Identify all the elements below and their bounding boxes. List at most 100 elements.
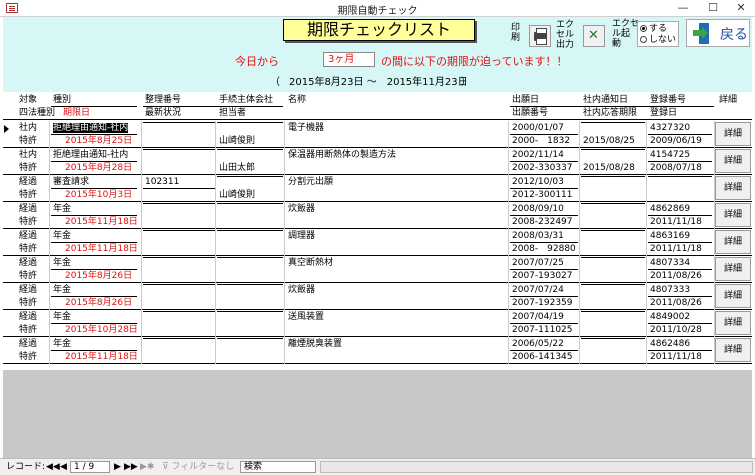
table-row[interactable]: 経過 特許 年金 2015年11月18日 調理器 2008/03/31 2008- 9288… xyxy=(3,229,752,256)
detail-button[interactable]: 詳細 xyxy=(715,122,751,146)
column-separator xyxy=(49,310,50,337)
selected-text: 拒絶理由通知-社内 xyxy=(53,123,129,133)
radio-on-icon xyxy=(640,25,647,32)
table-row[interactable]: 経過 特許 年金 2015年8月26日 真空断熱材 2007/07/25 2007-1930… xyxy=(3,256,752,283)
print-button[interactable] xyxy=(529,25,551,47)
column-separator xyxy=(141,310,142,337)
maximize-button[interactable]: ☐ xyxy=(699,0,727,16)
cell-app-no: 2007-193027 xyxy=(512,271,573,281)
col-reply-deadline: 社内応答期限 xyxy=(583,108,638,118)
empty-list-area xyxy=(3,370,752,458)
cell-deadline: 2015年8月25日 xyxy=(65,136,133,146)
first-record-button[interactable]: ◀◀ xyxy=(46,461,60,473)
back-button[interactable]: 戻る xyxy=(686,19,750,47)
col-name: 名称 xyxy=(288,95,307,105)
radio-do[interactable]: する xyxy=(640,24,667,34)
header-divider xyxy=(510,106,714,107)
excel-launch-radio-group: する しない xyxy=(637,21,679,47)
column-separator xyxy=(579,229,580,256)
detail-button[interactable]: 詳細 xyxy=(715,284,751,308)
cell-ref-no xyxy=(143,122,215,123)
close-button[interactable]: ✕ xyxy=(727,0,755,16)
cell-deadline: 2015年8月26日 xyxy=(65,298,133,308)
cell-reg-no: 4807333 xyxy=(648,284,712,297)
detail-button[interactable]: 詳細 xyxy=(715,176,751,200)
filter-icon: ⊽ xyxy=(162,462,169,472)
months-input[interactable]: 3ヶ月 xyxy=(323,52,375,67)
cell-deadline: 2015年11月18日 xyxy=(65,352,138,362)
detail-button[interactable]: 詳細 xyxy=(715,338,751,362)
cell-notice-date xyxy=(581,311,645,312)
column-separator xyxy=(646,310,647,337)
table-row[interactable]: 社内 特許 拒絶理由通知-社内 2015年8月25日 山崎俊則 電子機器 2000/01/0… xyxy=(3,121,752,148)
table-row[interactable]: 経過 特許 年金 2015年10月28日 送風装置 2007/04/19 2007-1110… xyxy=(3,310,752,337)
detail-button[interactable]: 詳細 xyxy=(715,311,751,335)
column-separator xyxy=(49,337,50,364)
header-divider xyxy=(51,106,137,107)
cell-kind: 年金 xyxy=(51,311,137,324)
search-input[interactable]: 検索 xyxy=(240,461,316,473)
filter-status[interactable]: ⊽ フィルターなし xyxy=(162,461,234,473)
column-separator xyxy=(579,121,580,148)
cell-law-type: 特許 xyxy=(19,217,38,227)
col-reg-date: 登録日 xyxy=(650,108,678,118)
record-label: レコード: xyxy=(6,462,46,472)
detail-button[interactable]: 詳細 xyxy=(715,203,751,227)
cell-ref-no xyxy=(143,230,215,231)
radio-dont[interactable]: しない xyxy=(640,35,676,45)
cell-company xyxy=(217,284,283,285)
cell-notice-date xyxy=(581,284,645,285)
column-separator xyxy=(579,337,580,364)
column-separator xyxy=(141,148,142,175)
col-reg-no: 登録番号 xyxy=(650,95,687,105)
table-row[interactable]: 経過 特許 審査請求 2015年10月3日 102311 山崎俊則 分割元出願 2012/10… xyxy=(3,175,752,202)
last-record-button[interactable]: ▶▶ xyxy=(124,461,138,473)
cell-reg-no xyxy=(648,176,712,177)
cell-law-type: 特許 xyxy=(19,298,38,308)
window-title: 期限自動チェック xyxy=(337,6,418,17)
table-row[interactable]: 経過 特許 年金 2015年8月26日 炊飯器 2007/07/24 2007-192359… xyxy=(3,283,752,310)
column-separator xyxy=(579,202,580,229)
column-separator xyxy=(508,202,509,229)
cell-law-type: 特許 xyxy=(19,244,38,254)
detail-button[interactable]: 詳細 xyxy=(715,230,751,254)
page-title: 期限チェックリスト xyxy=(283,19,475,41)
excel-output-button[interactable] xyxy=(583,25,605,47)
cell-law-type: 特許 xyxy=(19,325,38,335)
column-separator xyxy=(215,229,216,256)
detail-button[interactable]: 詳細 xyxy=(715,257,751,281)
horizontal-scrollbar[interactable] xyxy=(320,461,753,473)
column-separator xyxy=(579,148,580,175)
column-separator xyxy=(579,256,580,283)
next-record-button[interactable]: ▶ xyxy=(114,461,121,473)
column-separator xyxy=(646,337,647,364)
column-separator xyxy=(49,283,50,310)
col-deadline: 期限日 xyxy=(63,108,91,118)
column-separator xyxy=(141,175,142,202)
cell-app-no: 2006-141345 xyxy=(512,352,573,362)
column-separator xyxy=(508,175,509,202)
cell-name: 調理器 xyxy=(288,231,316,241)
cell-deadline: 2015年10月28日 xyxy=(65,325,138,335)
table-row[interactable]: 経過 特許 年金 2015年11月18日 炊飯器 2008/09/10 2008-23249… xyxy=(3,202,752,229)
cell-company xyxy=(217,176,283,177)
column-separator xyxy=(646,121,647,148)
detail-button[interactable]: 詳細 xyxy=(715,149,751,173)
cell-reg-date: 2011/11/18 xyxy=(650,217,702,227)
record-position-input[interactable]: 1 / 9 xyxy=(70,461,110,473)
column-separator xyxy=(141,229,142,256)
prev-record-button[interactable]: ◀ xyxy=(60,461,67,473)
range-close: ） xyxy=(461,77,471,88)
table-row[interactable]: 経過 特許 年金 2015年11月18日 離煙脱臭装置 2006/05/22 2006-14… xyxy=(3,337,752,364)
cell-company xyxy=(217,257,283,258)
table-row[interactable]: 社内 特許 拒絶理由通知-社内 2015年8月28日 山田太郎 保温器用断熱体の製造方法 2… xyxy=(3,148,752,175)
notice-suffix: の間に以下の期限が迫っています！！ xyxy=(381,55,568,68)
minimize-button[interactable]: — xyxy=(669,0,697,16)
column-separator xyxy=(579,175,580,202)
header-divider xyxy=(143,106,283,107)
cell-notice-date xyxy=(581,257,645,258)
cell-company xyxy=(217,230,283,231)
new-record-button[interactable]: ▶✱ xyxy=(140,461,154,473)
cell-kind: 年金 xyxy=(51,284,137,297)
printer-icon xyxy=(534,28,547,45)
